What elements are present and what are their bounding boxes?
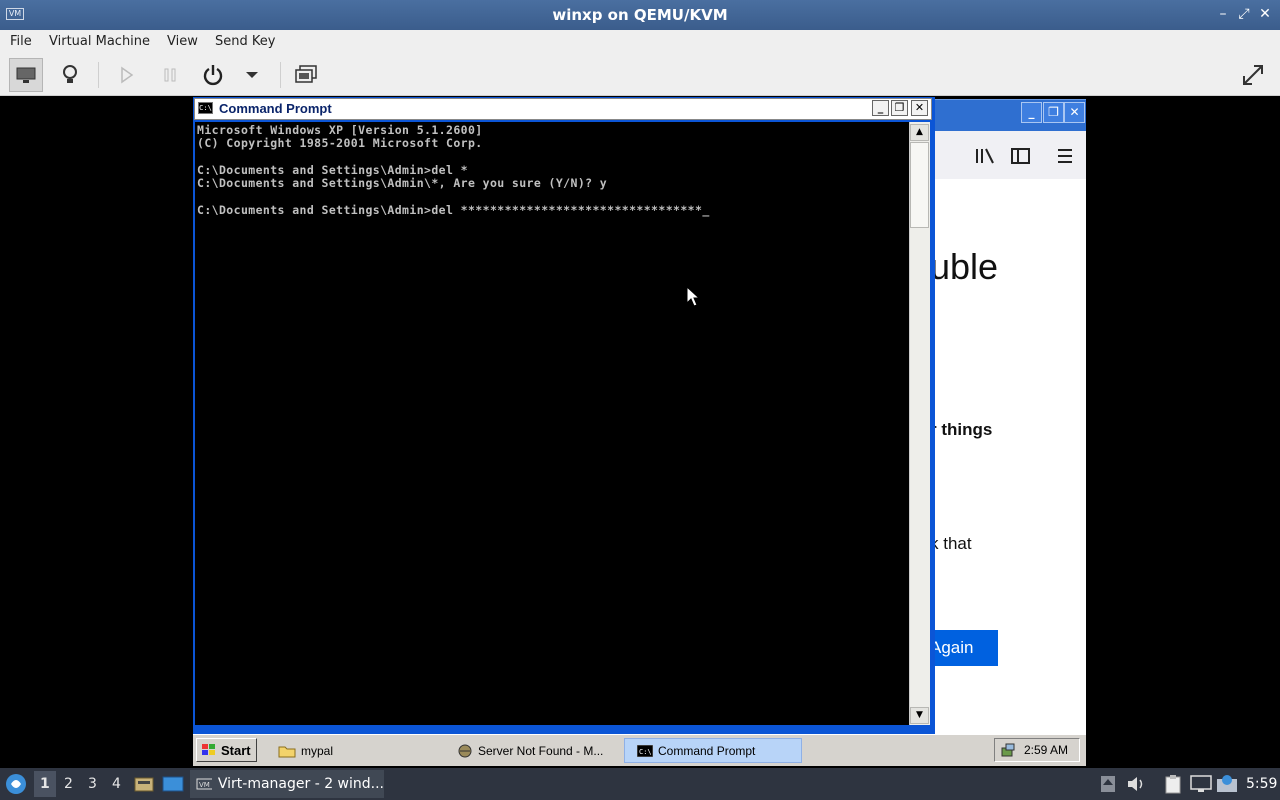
power-icon — [203, 65, 223, 86]
browser-close-icon[interactable]: ✕ — [1064, 102, 1085, 123]
menu-send-key[interactable]: Send Key — [215, 34, 275, 49]
console-line: C:\Documents and Settings\Admin\*, Are y… — [197, 176, 608, 190]
virt-manager-icon: VM — [196, 778, 212, 790]
start-button[interactable]: Start — [196, 738, 257, 762]
error-heading-fragment: uble — [930, 246, 999, 287]
console-line: C:\Documents and Settings\Admin>del * — [197, 163, 468, 177]
network-icon[interactable] — [1000, 742, 1016, 758]
cmd-close-icon[interactable]: ✕ — [911, 100, 928, 116]
monitor-icon — [16, 67, 36, 83]
taskbar-item-label: mypal — [301, 744, 334, 758]
cmd-icon: C:\ — [637, 744, 653, 757]
details-view-button[interactable] — [53, 58, 87, 92]
menu-file[interactable]: File — [10, 34, 32, 49]
error-text-fragment: r things — [930, 420, 993, 439]
show-desktop-icon[interactable] — [162, 775, 184, 793]
taskbar-item-label: Server Not Found - M... — [478, 744, 604, 758]
taskbar-item-mypal[interactable]: mypal — [278, 739, 448, 763]
taskbar-item-browser[interactable]: Server Not Found - M... — [457, 739, 619, 763]
guest-clock: 2:59 AM — [1024, 743, 1069, 757]
cmd-restore-icon[interactable]: ❐ — [891, 100, 908, 116]
browser-restore-icon[interactable]: ❐ — [1043, 102, 1064, 123]
svg-text:VM: VM — [199, 781, 210, 789]
menu-view[interactable]: View — [167, 34, 198, 49]
cmd-minimize-icon[interactable]: _ — [872, 100, 889, 116]
notification-icon[interactable] — [1216, 774, 1238, 794]
error-text-fragment-2: k that — [930, 534, 972, 553]
fullscreen-button[interactable] — [1236, 58, 1270, 92]
play-icon — [121, 66, 134, 84]
host-taskbar-item[interactable]: VM Virt-manager - 2 wind... — [190, 770, 384, 798]
mouse-cursor-icon — [686, 285, 701, 312]
scroll-up-icon[interactable]: ▲ — [910, 124, 929, 141]
taskbar-item-command-prompt[interactable]: C:\ Command Prompt — [624, 738, 802, 763]
windows-logo-icon — [202, 744, 215, 755]
eject-icon[interactable] — [1100, 775, 1116, 793]
taskbar-item-label: Command Prompt — [658, 743, 756, 758]
console-line: (C) Copyright 1985-2001 Microsoft Corp. — [197, 136, 483, 150]
close-icon[interactable]: ✕ — [1256, 5, 1274, 23]
browser-minimize-icon[interactable]: _ — [1021, 102, 1042, 123]
snapshots-button[interactable] — [289, 58, 323, 92]
cmd-title: Command Prompt — [219, 101, 332, 116]
clipboard-icon[interactable] — [1164, 774, 1182, 794]
shutdown-menu-button[interactable] — [235, 58, 269, 92]
folder-icon — [278, 746, 296, 758]
menu-virtual-machine[interactable]: Virtual Machine — [49, 34, 150, 49]
toolbar-separator — [98, 62, 99, 88]
hamburger-menu-icon[interactable] — [1054, 146, 1076, 166]
host-clock: 5:59 — [1246, 776, 1278, 792]
window-title: winxp on QEMU/KVM — [552, 6, 728, 24]
scroll-thumb[interactable] — [910, 142, 929, 228]
toolbar-separator — [280, 62, 281, 88]
scroll-down-icon[interactable]: ▼ — [910, 707, 929, 724]
console-view-button[interactable] — [9, 58, 43, 92]
snapshot-icon — [295, 65, 317, 83]
library-icon[interactable] — [974, 146, 996, 166]
app-menu-icon[interactable] — [4, 772, 28, 796]
browser-icon — [458, 744, 472, 758]
pause-button[interactable] — [153, 58, 187, 92]
toolbar — [0, 54, 1280, 96]
chevron-down-icon — [246, 72, 258, 78]
workspace-2[interactable]: 2 — [64, 776, 73, 792]
system-tray: 2:59 AM — [994, 738, 1080, 762]
console-line: Microsoft Windows XP [Version 5.1.2600] — [197, 123, 483, 137]
workspace-1[interactable]: 1 — [40, 776, 50, 792]
cmd-console[interactable]: Microsoft Windows XP [Version 5.1.2600] … — [195, 122, 909, 725]
fullscreen-icon — [1243, 65, 1263, 85]
volume-icon[interactable] — [1126, 775, 1146, 793]
host-task-label: Virt-manager - 2 wind... — [217, 776, 384, 792]
console-line: C:\Documents and Settings\Admin>del ****… — [197, 203, 710, 217]
run-button[interactable] — [109, 58, 143, 92]
display-icon[interactable] — [1190, 775, 1212, 793]
lightbulb-icon — [63, 65, 77, 83]
try-again-button[interactable]: Again — [930, 630, 998, 666]
sidebar-icon[interactable] — [1010, 146, 1032, 166]
svg-text:C:\: C:\ — [639, 748, 652, 756]
start-label: Start — [221, 742, 251, 758]
pause-icon — [164, 68, 176, 82]
workspace-4[interactable]: 4 — [112, 776, 121, 792]
shutdown-button[interactable] — [196, 58, 230, 92]
cmd-icon: C:\ — [198, 102, 213, 114]
file-manager-icon[interactable] — [134, 775, 154, 793]
workspace-3[interactable]: 3 — [88, 776, 97, 792]
minimize-icon[interactable]: – — [1214, 5, 1232, 23]
restore-icon[interactable]: ⤢ — [1235, 5, 1253, 23]
